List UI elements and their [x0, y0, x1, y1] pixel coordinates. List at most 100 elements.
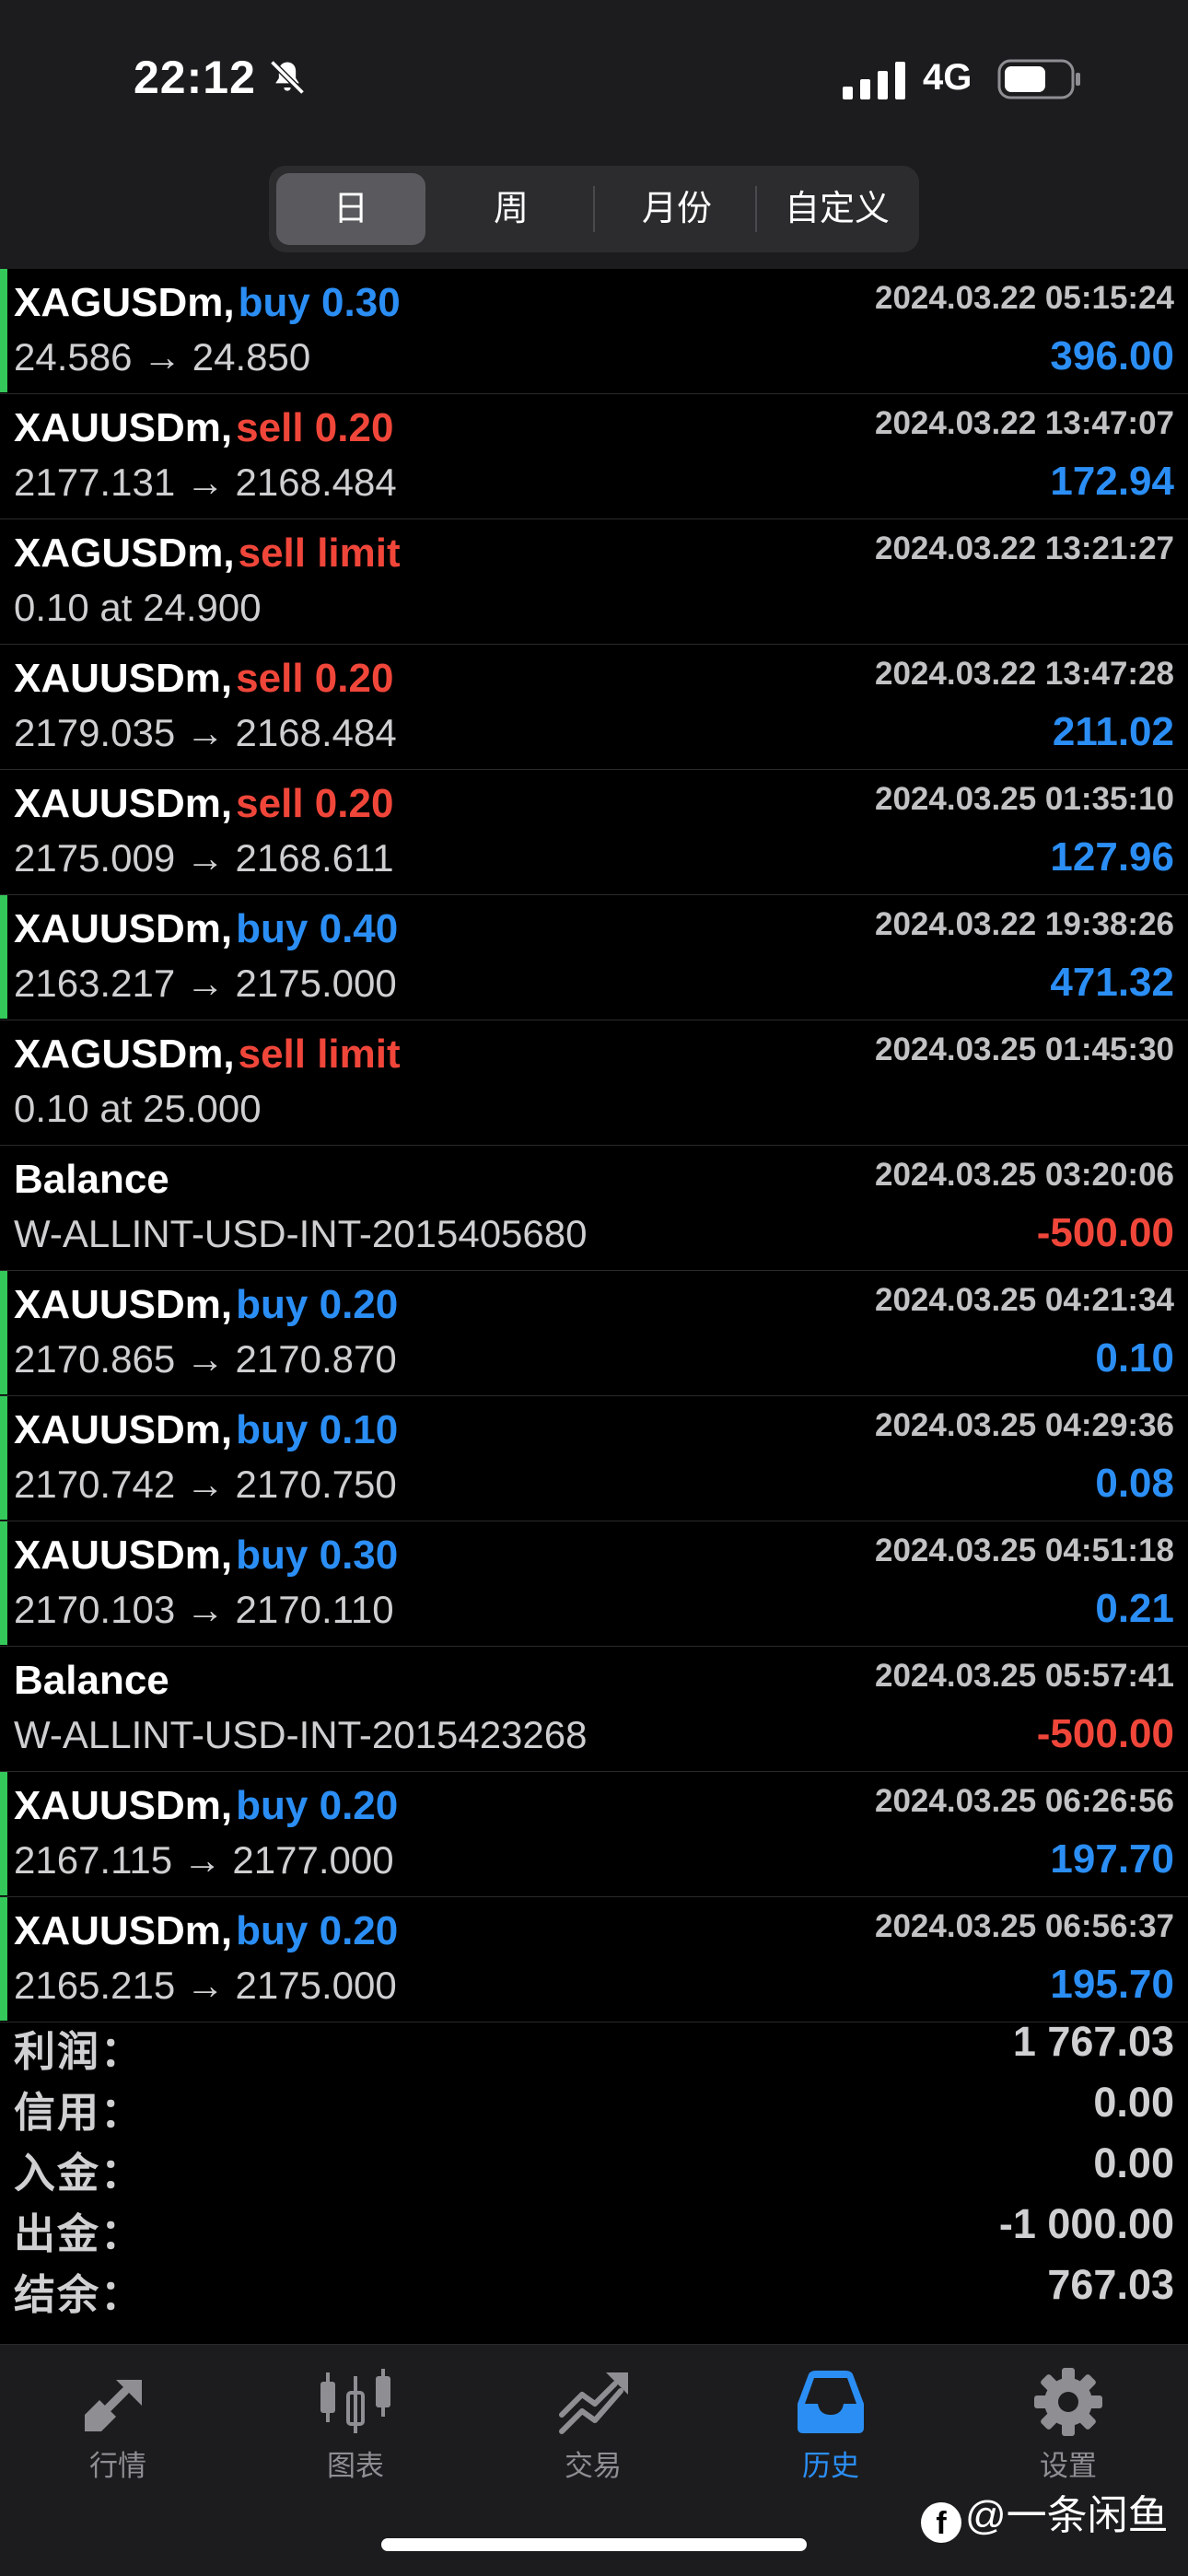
- tab-charts-label: 图表: [327, 2450, 384, 2482]
- summary-line: 入金： 0.00: [0, 2132, 1188, 2197]
- tab-week[interactable]: 周: [437, 173, 586, 245]
- history-row[interactable]: XAUUSDm,buy 0.40 2024.03.22 19:38:26 2163.…: [0, 895, 1188, 1020]
- history-row[interactable]: Balance 2024.03.25 03:20:06 W-ALLINT-USD-I…: [0, 1146, 1188, 1271]
- symbol: XAUUSDm,: [14, 906, 233, 951]
- status-time: 22:12: [134, 52, 256, 103]
- buy-marker: [0, 1396, 7, 1520]
- symbol: XAUUSDm,: [14, 1282, 233, 1327]
- order-action: buy 0.10: [236, 1407, 399, 1452]
- summary-line: 结余： 767.03: [0, 2254, 1188, 2318]
- row-time: 2024.03.25 05:57:41: [875, 1658, 1174, 1694]
- buy-marker: [0, 1897, 7, 2021]
- summary-line: 利润： 1 767.03: [0, 2011, 1188, 2075]
- row-title: XAUUSDm,sell 0.20: [14, 781, 393, 827]
- row-detail: 2179.035 → 2168.484: [14, 711, 397, 754]
- row-detail: 2170.742 → 2170.750: [14, 1463, 397, 1506]
- history-row[interactable]: XAUUSDm,sell 0.20 2024.03.22 13:47:07 2177…: [0, 394, 1188, 519]
- tab-day[interactable]: 日: [276, 173, 425, 245]
- order-action: sell limit: [238, 530, 401, 576]
- history-row[interactable]: Balance 2024.03.25 05:57:41 W-ALLINT-USD-I…: [0, 1647, 1188, 1772]
- bell-muted-icon: [270, 60, 305, 95]
- tab-custom[interactable]: 自定义: [763, 173, 912, 245]
- tab-charts[interactable]: 图表: [273, 2367, 438, 2484]
- row-time: 2024.03.25 04:21:34: [875, 1282, 1174, 1318]
- symbol: Balance: [14, 1157, 169, 1202]
- tab-month[interactable]: 月份: [602, 173, 751, 245]
- facebook-icon: f: [921, 2502, 961, 2543]
- row-profit: 396.00: [1050, 333, 1174, 379]
- row-detail: 0.10 at 24.900: [14, 586, 262, 629]
- tab-quotes[interactable]: 行情: [35, 2367, 201, 2484]
- symbol: XAGUSDm,: [14, 280, 235, 325]
- tab-divider: [593, 186, 595, 232]
- row-profit: 127.96: [1050, 834, 1174, 880]
- tab-settings-label: 设置: [1040, 2450, 1097, 2482]
- history-row[interactable]: XAGUSDm,sell limit 2024.03.22 13:21:27 0.1…: [0, 519, 1188, 645]
- row-time: 2024.03.22 05:15:24: [875, 280, 1174, 316]
- tab-trade[interactable]: 交易: [510, 2367, 676, 2484]
- row-time: 2024.03.25 01:35:10: [875, 781, 1174, 817]
- row-title: Balance: [14, 1157, 173, 1203]
- summary-value: -1 000.00: [998, 2200, 1174, 2247]
- order-action: buy 0.20: [236, 1282, 399, 1327]
- quotes-arrows-icon: [85, 2380, 142, 2431]
- row-profit: -500.00: [1036, 1210, 1174, 1255]
- row-detail: 2167.115 → 2177.000: [14, 1838, 394, 1882]
- tab-settings[interactable]: 设置: [985, 2367, 1151, 2484]
- order-action: sell limit: [238, 1032, 401, 1077]
- row-detail: 2163.217 → 2175.000: [14, 962, 397, 1005]
- home-indicator[interactable]: [381, 2538, 807, 2551]
- history-row[interactable]: XAUUSDm,sell 0.20 2024.03.22 13:47:28 2179…: [0, 645, 1188, 770]
- order-action: buy 0.30: [236, 1533, 399, 1578]
- buy-marker: [0, 269, 7, 392]
- period-segmented-control: 日 周 月份 自定义: [269, 166, 919, 252]
- tab-history-label: 历史: [802, 2450, 859, 2482]
- row-time: 2024.03.22 19:38:26: [875, 906, 1174, 942]
- history-row[interactable]: XAUUSDm,buy 0.20 2024.03.25 06:56:37 2165.…: [0, 1897, 1188, 2022]
- row-profit: 471.32: [1050, 960, 1174, 1005]
- history-row[interactable]: XAUUSDm,buy 0.30 2024.03.25 04:51:18 2170.…: [0, 1521, 1188, 1647]
- buy-marker: [0, 1772, 7, 1895]
- row-title: XAUUSDm,buy 0.20: [14, 1282, 398, 1328]
- history-row[interactable]: XAUUSDm,buy 0.20 2024.03.25 04:21:34 2170.…: [0, 1271, 1188, 1396]
- row-profit: 0.21: [1095, 1586, 1174, 1631]
- summary-label: 利润：: [14, 2028, 145, 2075]
- gear-icon: [1034, 2368, 1102, 2436]
- summary-value: 0.00: [1093, 2079, 1174, 2126]
- row-detail: 24.586 → 24.850: [14, 335, 311, 379]
- symbol: XAUUSDm,: [14, 1908, 233, 1953]
- history-row[interactable]: XAGUSDm,buy 0.30 2024.03.22 05:15:24 24.58…: [0, 269, 1188, 394]
- row-profit: 172.94: [1050, 459, 1174, 504]
- buy-marker: [0, 1521, 7, 1645]
- summary-value: 767.03: [1047, 2261, 1174, 2308]
- symbol: XAUUSDm,: [14, 781, 233, 826]
- row-detail: 2165.215 → 2175.000: [14, 1964, 397, 2007]
- row-detail: 0.10 at 25.000: [14, 1087, 262, 1130]
- watermark: f @一条闲鱼: [921, 2482, 1169, 2543]
- symbol: XAUUSDm,: [14, 1407, 233, 1452]
- order-action: buy 0.30: [238, 280, 401, 325]
- summary-label: 入金：: [14, 2150, 145, 2197]
- row-profit: 195.70: [1050, 1962, 1174, 2007]
- row-time: 2024.03.22 13:21:27: [875, 530, 1174, 566]
- row-detail: 2170.103 → 2170.110: [14, 1588, 394, 1631]
- summary-value: 1 767.03: [1012, 2018, 1174, 2065]
- row-detail: 2177.131 → 2168.484: [14, 460, 397, 504]
- tab-history[interactable]: 历史: [748, 2367, 914, 2484]
- row-time: 2024.03.25 06:26:56: [875, 1783, 1174, 1819]
- symbol: XAUUSDm,: [14, 656, 233, 701]
- watermark-text: @一条闲鱼: [965, 2493, 1169, 2538]
- row-title: Balance: [14, 1658, 173, 1704]
- history-row[interactable]: XAUUSDm,sell 0.20 2024.03.25 01:35:10 2175…: [0, 770, 1188, 895]
- history-row[interactable]: XAUUSDm,buy 0.20 2024.03.25 06:26:56 2167.…: [0, 1772, 1188, 1897]
- row-time: 2024.03.25 04:51:18: [875, 1533, 1174, 1568]
- network-type: 4G: [923, 57, 973, 98]
- order-action: sell 0.20: [236, 781, 394, 826]
- history-row[interactable]: XAUUSDm,buy 0.10 2024.03.25 04:29:36 2170.…: [0, 1396, 1188, 1521]
- history-row[interactable]: XAGUSDm,sell limit 2024.03.25 01:45:30 0.1…: [0, 1020, 1188, 1146]
- summary-line: 信用： 0.00: [0, 2071, 1188, 2136]
- summary-label: 出金：: [14, 2210, 145, 2257]
- row-time: 2024.03.22 13:47:28: [875, 656, 1174, 692]
- row-detail: W-ALLINT-USD-INT-2015405680: [14, 1212, 588, 1255]
- row-title: XAUUSDm,buy 0.10: [14, 1407, 398, 1453]
